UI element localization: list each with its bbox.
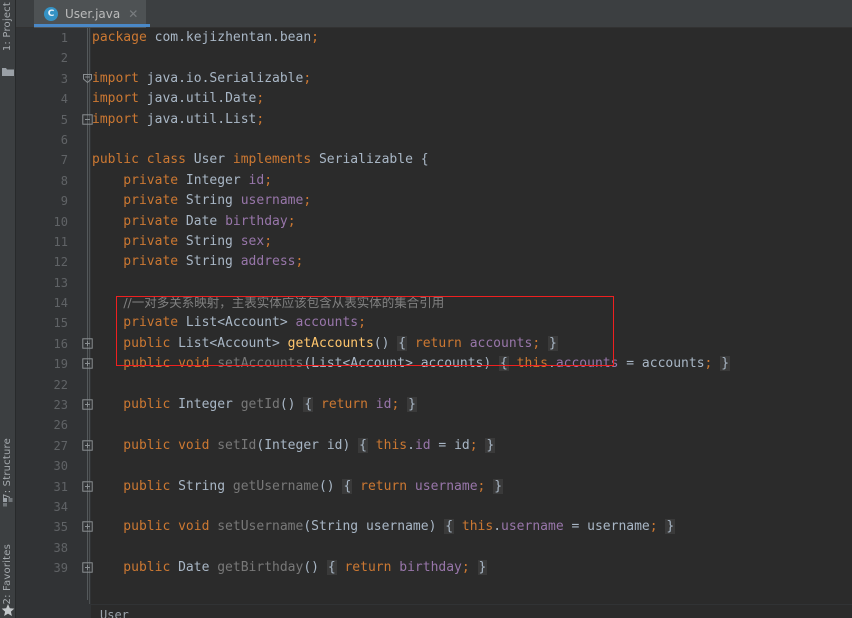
code-line[interactable]: 8 private Integer id; (16, 171, 852, 191)
line-number: 9 (60, 194, 68, 209)
code-text: public void setId(Integer id) { this.id … (92, 437, 496, 453)
line-number: 22 (53, 377, 68, 392)
ide-window: 1: Project 7: Structure 2: Favorites C U… (0, 0, 852, 618)
line-number: 3 (60, 71, 68, 86)
line-number: 35 (53, 520, 68, 535)
code-line[interactable]: 10 private Date birthday; (16, 212, 852, 232)
code-line[interactable]: 22 (16, 375, 852, 395)
breadcrumb-bar: User (16, 604, 852, 618)
code-line[interactable]: 14 //一对多关系映射，主表实体应该包含从表实体的集合引用 (16, 293, 852, 313)
code-line[interactable]: 35 public void setUsername(String userna… (16, 517, 852, 537)
line-number: 4 (60, 92, 68, 107)
code-line[interactable]: 3 import java.io.Serializable; (16, 69, 852, 89)
line-number: 34 (53, 499, 68, 514)
code-text: private Integer id; (92, 172, 273, 188)
line-number: 39 (53, 561, 68, 576)
code-text: package com.kejizhentan.bean; (92, 30, 319, 45)
line-number: 15 (53, 316, 68, 331)
code-text: public void setUsername(String username)… (92, 519, 676, 535)
code-text: public void setAccounts(List<Account> ac… (92, 356, 731, 372)
line-number: 5 (60, 112, 68, 127)
code-line[interactable]: 19 public void setAccounts(List<Account>… (16, 354, 852, 374)
code-line[interactable]: 6 (16, 130, 852, 150)
code-line[interactable]: 31 public String getUsername() { return … (16, 477, 852, 497)
code-text: private String address; (92, 254, 304, 270)
code-text: public class User implements Serializabl… (92, 152, 429, 168)
main-area: C User.java ✕ 1 package com.kejizhentan.b… (16, 0, 852, 618)
code-text: import java.io.Serializable; (92, 70, 312, 86)
code-line[interactable]: 15 private List<Account> accounts; (16, 313, 852, 333)
line-number: 27 (53, 438, 68, 453)
line-number: 7 (60, 153, 68, 168)
line-number: 10 (53, 214, 68, 229)
code-line[interactable]: 13 (16, 273, 852, 293)
code-line[interactable]: 12 private String address; (16, 252, 852, 272)
line-number: 2 (60, 51, 68, 66)
code-line[interactable]: 4 import java.util.Date; (16, 89, 852, 109)
code-line[interactable]: 7 public class User implements Serializab… (16, 150, 852, 170)
line-number: 11 (53, 234, 68, 249)
code-line[interactable]: 26 (16, 415, 852, 435)
close-icon[interactable]: ✕ (127, 8, 138, 20)
line-number: 16 (53, 336, 68, 351)
code-line[interactable]: 16 public List<Account> getAccounts() { … (16, 334, 852, 354)
code-line[interactable]: 9 private String username; (16, 191, 852, 211)
code-line[interactable]: 5 import java.util.List; (16, 110, 852, 130)
left-tool-strip: 1: Project 7: Structure 2: Favorites (0, 0, 16, 618)
sidebar-item-project[interactable]: 1: Project (0, 2, 16, 51)
line-number: 38 (53, 540, 68, 555)
code-line[interactable]: 30 (16, 456, 852, 476)
code-line[interactable]: 23 public Integer getId() { return id; } (16, 395, 852, 415)
sidebar-item-structure[interactable]: 7: Structure (0, 438, 16, 500)
editor-tab-bar: C User.java ✕ (16, 0, 852, 28)
breadcrumb-gutter-spacer (16, 605, 91, 618)
code-text: private List<Account> accounts; (92, 315, 366, 331)
line-number: 8 (60, 173, 68, 188)
active-tab-indicator (34, 24, 150, 27)
code-text: public String getUsername() { return use… (92, 478, 504, 494)
code-line[interactable]: 34 (16, 497, 852, 517)
line-number: 12 (53, 255, 68, 270)
code-line[interactable]: 27 public void setId(Integer id) { this.… (16, 436, 852, 456)
code-line[interactable]: 11 private String sex; (16, 232, 852, 252)
line-number: 14 (53, 296, 68, 311)
folder-icon (2, 66, 14, 78)
line-number: 13 (53, 275, 68, 290)
code-text: public Integer getId() { return id; } (92, 397, 417, 413)
code-line[interactable]: 38 (16, 538, 852, 558)
code-text: private String username; (92, 193, 312, 209)
structure-icon (2, 496, 14, 508)
line-number: 30 (53, 459, 68, 474)
code-line[interactable]: 1 package com.kejizhentan.bean; (16, 28, 852, 48)
star-icon (1, 603, 15, 617)
line-number: 19 (53, 357, 68, 372)
code-line[interactable]: 39 public Date getBirthday() { return bi… (16, 558, 852, 578)
line-number: 23 (53, 398, 68, 413)
line-number: 1 (60, 31, 68, 45)
line-number: 6 (60, 132, 68, 147)
code-text: import java.util.List; (92, 111, 265, 127)
line-number: 31 (53, 479, 68, 494)
java-class-icon: C (44, 7, 58, 21)
code-text: public Date getBirthday() { return birth… (92, 560, 488, 576)
sidebar-item-favorites[interactable]: 2: Favorites (0, 544, 16, 604)
code-text: //一对多关系映射，主表实体应该包含从表实体的集合引用 (123, 295, 445, 311)
tab-label: User.java (65, 7, 121, 21)
code-text: private String sex; (92, 233, 273, 249)
code-lines: 1 package com.kejizhentan.bean; 2 3 import j… (16, 28, 852, 579)
code-text: private Date birthday; (92, 213, 296, 229)
code-text: public List<Account> getAccounts() { ret… (92, 335, 558, 351)
code-text: import java.util.Date; (92, 91, 265, 107)
breadcrumb-class[interactable]: User (100, 608, 129, 618)
code-editor[interactable]: 1 package com.kejizhentan.bean; 2 3 import j… (16, 28, 852, 618)
code-line[interactable]: 2 (16, 48, 852, 68)
line-number: 26 (53, 418, 68, 433)
